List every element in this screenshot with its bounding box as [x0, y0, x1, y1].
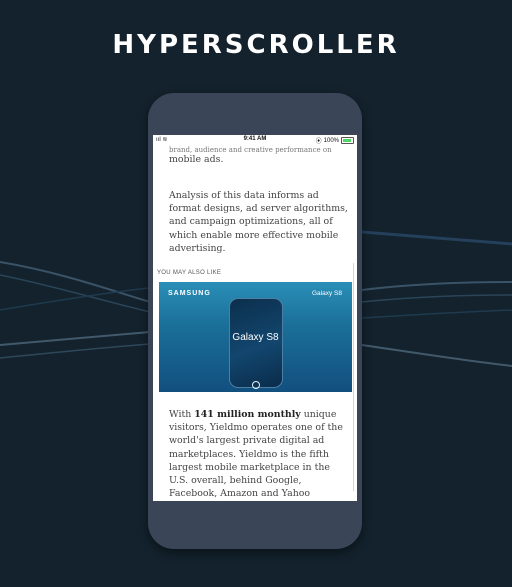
- paragraph-bold-text: 141 million monthly: [194, 409, 301, 420]
- orientation-lock-icon: ⦿: [315, 139, 322, 145]
- ad-brand-logo: SAMSUNG: [168, 290, 211, 297]
- article-content[interactable]: brand, audience and creative performance…: [153, 145, 357, 501]
- scrollbar[interactable]: [353, 263, 354, 491]
- paragraph-text: unique visitors, Yieldmo operates one of…: [169, 409, 343, 500]
- ad-product-label: Galaxy S8: [312, 290, 342, 297]
- phone-screen[interactable]: ııl ≋ 9:41 AM ⦿ 100% brand, audience and…: [153, 135, 357, 501]
- status-right: ⦿ 100%: [316, 136, 354, 145]
- battery-icon: [341, 137, 354, 144]
- article-paragraph: mobile ads.: [169, 154, 224, 165]
- article-paragraph: With 141 million monthly unique visitors…: [169, 408, 349, 501]
- article-paragraph: Analysis of this data informs ad format …: [169, 190, 348, 254]
- paragraph-text: With: [169, 409, 195, 420]
- status-bar: ııl ≋ 9:41 AM ⦿ 100%: [153, 135, 357, 145]
- section-label: YOU MAY ALSO LIKE: [157, 270, 222, 276]
- ad-banner[interactable]: SAMSUNG Galaxy S8 Galaxy S8: [159, 282, 352, 392]
- phone-device-image: [229, 298, 283, 388]
- page-title: HYPERSCROLLER: [112, 30, 400, 60]
- play-indicator-icon[interactable]: [252, 381, 260, 389]
- ad-product-title: Galaxy S8: [232, 332, 279, 343]
- battery-percent: 100%: [323, 137, 339, 144]
